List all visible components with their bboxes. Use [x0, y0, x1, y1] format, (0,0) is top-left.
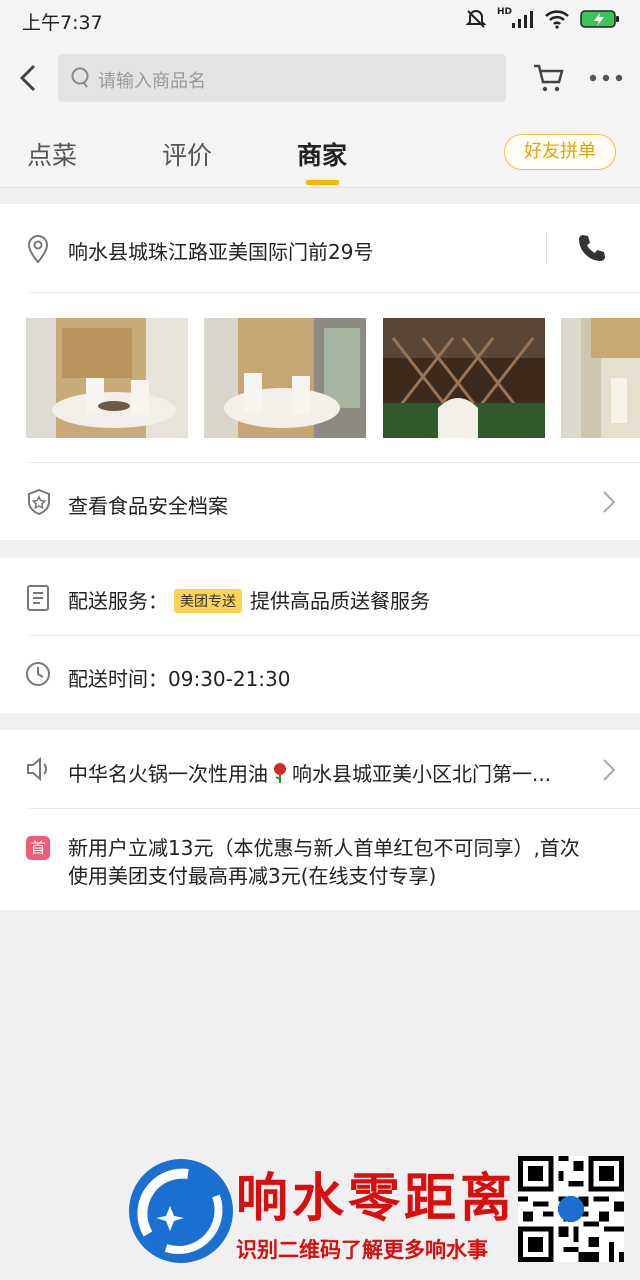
rose-icon: [274, 763, 286, 783]
status-icons: HD: [465, 7, 620, 30]
tab-reviews[interactable]: 评价: [162, 136, 212, 172]
shield-icon: [28, 488, 50, 516]
divider: [26, 292, 640, 293]
delivery-service-desc: 提供高品质送餐服务: [250, 589, 430, 613]
divider: [26, 635, 640, 636]
new-user-promo-text: 新用户立减13元（本优惠与新人首单红包不可同享）,首次 使用美团支付最高再减3元…: [68, 834, 580, 890]
tab-merchant[interactable]: 商家: [297, 136, 347, 172]
address-phone-separator: [546, 232, 547, 264]
location-pin-icon: [27, 234, 49, 264]
hd-label: HD: [496, 7, 512, 17]
announcement-text[interactable]: 中华名火锅一次性用油 响水县城亚美小区北门第一...: [68, 758, 551, 787]
watermark-subtitle: 识别二维码了解更多响水事: [236, 1238, 488, 1262]
delivery-service-label: 配送服务：: [68, 589, 168, 613]
delivery-service-row: 配送服务： 美团专送 提供高品质送餐服务: [68, 585, 430, 615]
store-photo[interactable]: [561, 318, 640, 438]
cart-button[interactable]: [532, 62, 564, 98]
notices-card: 中华名火锅一次性用油 响水县城亚美小区北门第一... 首 新用户立减13元（本优惠…: [0, 730, 640, 910]
friend-order-button[interactable]: 好友拼单: [504, 134, 616, 170]
delivery-time-value: 09:30-21:30: [168, 667, 291, 691]
watermark-title: 响水零距离: [236, 1168, 517, 1229]
mute-alarm-icon: [465, 9, 487, 28]
status-bar: 上午7:37 HD: [0, 0, 640, 40]
wifi-icon: [545, 10, 569, 29]
tab-bar: 点菜 评价 商家 好友拼单: [0, 118, 640, 188]
more-button[interactable]: [588, 66, 624, 94]
store-photo[interactable]: [204, 318, 366, 438]
clock-icon: [26, 662, 50, 686]
chevron-right-icon[interactable]: [602, 758, 616, 782]
signal-icon: [512, 11, 533, 28]
top-nav-bar: 请输入商品名: [0, 40, 640, 118]
announcement-text-part1: 中华名火锅一次性用油: [68, 762, 268, 786]
qr-code: [518, 1156, 624, 1262]
watermark-logo: [129, 1159, 233, 1263]
search-icon: [71, 67, 89, 88]
cart-icon: [534, 64, 564, 92]
phone-icon: [579, 235, 605, 261]
divider: [26, 808, 640, 809]
delivery-time-label: 配送时间：: [68, 667, 168, 691]
watermark-overlay: 响水零距离 识别二维码了解更多响水事: [126, 1150, 626, 1270]
chevron-right-icon: [603, 491, 616, 513]
call-button[interactable]: [576, 232, 608, 268]
more-dots-icon: [589, 74, 623, 82]
active-tab-indicator: [306, 180, 339, 185]
new-user-promo-icon: 首: [26, 836, 50, 860]
merchant-info-card: 响水县城珠江路亚美国际门前29号 查看食品安全档案: [0, 204, 640, 540]
document-icon: [27, 585, 49, 611]
meituan-delivery-badge: 美团专送: [174, 588, 242, 613]
announcement-text-part2: 响水县城亚美小区北门第一...: [292, 762, 552, 786]
delivery-time-row: 配送时间：09:30-21:30: [68, 663, 291, 692]
divider: [26, 462, 640, 463]
search-placeholder: 请输入商品名: [98, 71, 206, 92]
store-photo[interactable]: [383, 318, 545, 438]
tab-menu[interactable]: 点菜: [27, 136, 77, 172]
store-photo[interactable]: [26, 318, 188, 438]
speaker-icon: [27, 756, 48, 782]
merchant-address[interactable]: 响水县城珠江路亚美国际门前29号: [68, 236, 373, 265]
chevron-left-icon: [19, 64, 36, 92]
food-safety-link[interactable]: 查看食品安全档案: [68, 490, 228, 519]
status-time: 上午7:37: [22, 12, 103, 34]
back-button[interactable]: [12, 58, 44, 98]
battery-charging-icon: [580, 10, 619, 28]
delivery-card: 配送服务： 美团专送 提供高品质送餐服务 配送时间：09:30-21:30: [0, 558, 640, 713]
promo-line-1: 新用户立减13元（本优惠与新人首单红包不可同享）,首次: [68, 836, 580, 860]
promo-line-2: 使用美团支付最高再减3元(在线支付专享): [68, 864, 437, 888]
search-input[interactable]: 请输入商品名: [58, 54, 506, 102]
